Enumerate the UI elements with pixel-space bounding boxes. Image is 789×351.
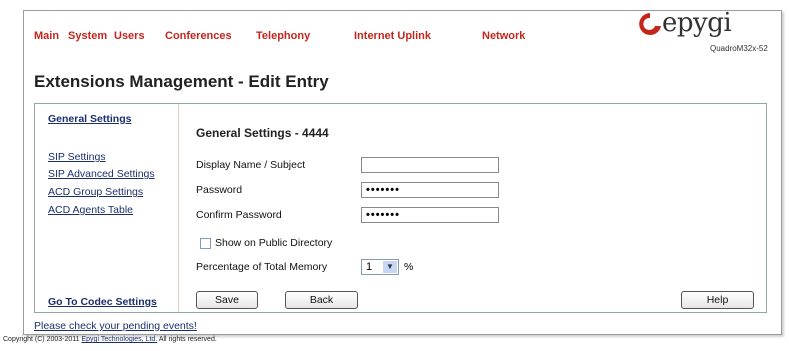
page-title: Extensions Management - Edit Entry (34, 72, 329, 91)
sidebar-item-sip-advanced-settings[interactable]: SIP Advanced Settings (48, 168, 155, 180)
company-link[interactable]: Epygi Technologies, Ltd. (81, 336, 157, 343)
password-label: Password (196, 184, 243, 196)
nav-conferences[interactable]: Conferences (165, 30, 232, 42)
logo: epygi QuadroM32x-52 (639, 8, 770, 62)
memory-select[interactable]: 1 ▼ (361, 259, 399, 275)
content-box: General Settings SIP Settings SIP Advanc… (34, 103, 767, 313)
sidebar-item-sip-settings[interactable]: SIP Settings (48, 151, 106, 163)
sidebar-item-acd-group-settings[interactable]: ACD Group Settings (48, 186, 143, 198)
public-directory-checkbox[interactable] (200, 238, 211, 249)
public-directory-label: Show on Public Directory (215, 237, 333, 249)
help-button[interactable]: Help (681, 291, 754, 309)
logo-brand: epygi (662, 8, 732, 38)
sidebar-item-codec-settings[interactable]: Go To Codec Settings (48, 296, 157, 308)
pending-events-link[interactable]: Please check your pending events! (34, 320, 197, 332)
nav-system[interactable]: System (68, 30, 107, 42)
sidebar-item-general-settings[interactable]: General Settings (48, 113, 131, 125)
copyright-rights: All rights reserved. (158, 336, 217, 343)
memory-unit: % (404, 261, 414, 273)
memory-label: Percentage of Total Memory (196, 261, 328, 273)
epygi-swirl-icon (639, 13, 661, 35)
nav-telephony[interactable]: Telephony (256, 30, 310, 42)
logo-model: QuadroM32x-52 (710, 44, 768, 53)
memory-select-value: 1 (366, 261, 373, 273)
sidebar-item-acd-agents-table[interactable]: ACD Agents Table (48, 204, 133, 216)
display-name-input[interactable] (361, 157, 499, 173)
nav-internet-uplink[interactable]: Internet Uplink (354, 30, 431, 42)
nav-main[interactable]: Main (34, 30, 59, 42)
chevron-down-icon: ▼ (383, 261, 397, 273)
confirm-password-label: Confirm Password (196, 209, 282, 221)
sidebar: General Settings SIP Settings SIP Advanc… (35, 104, 179, 312)
copyright: Copyright (C) 2003-2011 Epygi Technologi… (3, 336, 217, 343)
save-button[interactable]: Save (196, 291, 258, 309)
form-title: General Settings - 4444 (196, 126, 329, 140)
display-name-label: Display Name / Subject (196, 159, 306, 171)
confirm-password-field[interactable]: ••••••• (361, 207, 499, 223)
password-field[interactable]: ••••••• (361, 182, 499, 198)
nav-users[interactable]: Users (114, 30, 145, 42)
copyright-prefix: Copyright (C) 2003-2011 (3, 336, 80, 343)
back-button[interactable]: Back (285, 291, 358, 309)
nav-network[interactable]: Network (482, 30, 525, 42)
